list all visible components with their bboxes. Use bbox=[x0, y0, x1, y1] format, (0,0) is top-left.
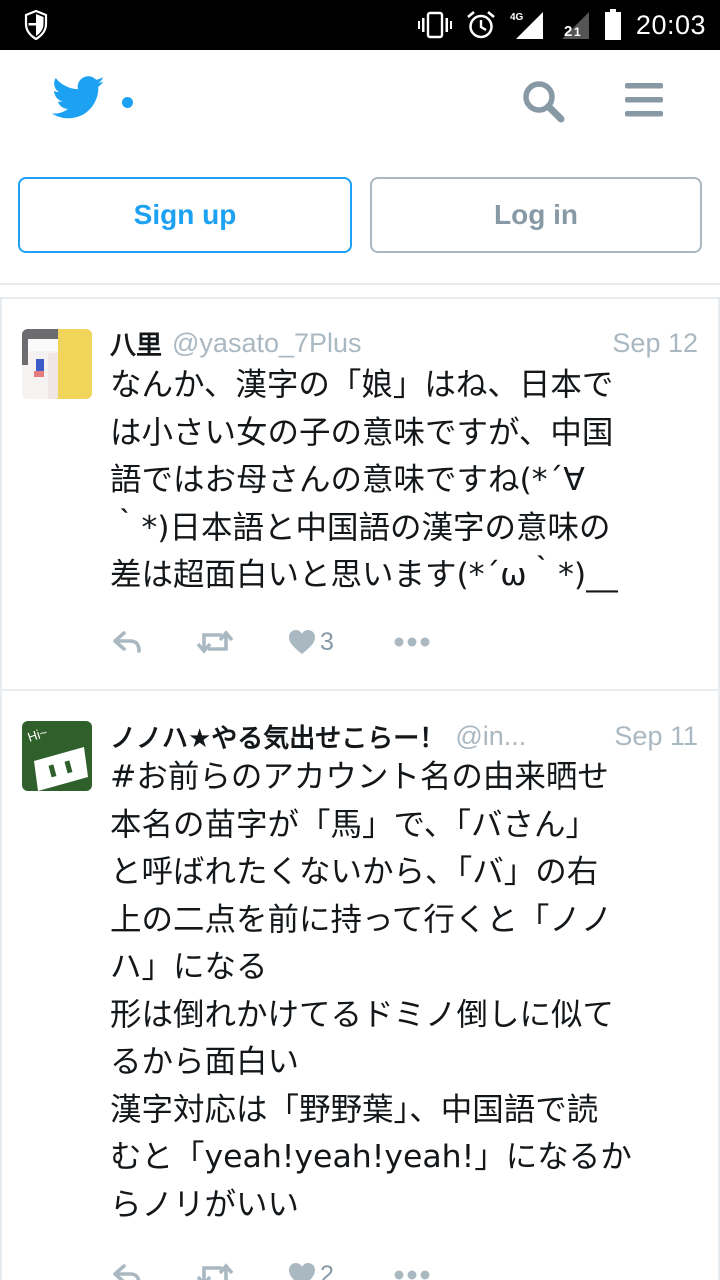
more-dots-icon bbox=[394, 637, 430, 647]
log-in-label: Log in bbox=[494, 199, 578, 230]
signal-4g-icon: 4G bbox=[510, 12, 543, 39]
tweet-text-line: ハ」になる bbox=[110, 949, 268, 985]
notification-dot bbox=[122, 97, 133, 108]
menu-icon[interactable] bbox=[624, 80, 664, 120]
alarm-icon bbox=[467, 11, 495, 39]
shield-icon bbox=[24, 10, 48, 40]
tweet-text-line: るから面白い bbox=[110, 1044, 300, 1080]
tweet-text: なんか、漢字の「娘」はね、日本で は小さい女の子の意味ですが、中国 語ではお母さ… bbox=[110, 362, 706, 600]
reply-button[interactable] bbox=[112, 1255, 142, 1280]
tweet-text-line: 形は倒れかけてるドミノ倒しに似て bbox=[110, 996, 615, 1033]
more-button[interactable] bbox=[394, 1255, 430, 1280]
svg-text:4G: 4G bbox=[510, 12, 524, 23]
log-in-button[interactable]: Log in bbox=[370, 177, 702, 253]
vibrate-icon bbox=[417, 11, 452, 39]
header-divider bbox=[0, 283, 720, 285]
retweet-icon bbox=[196, 1263, 234, 1280]
tweet-text-line: 本名の苗字が「馬」で、「バさん」 bbox=[110, 806, 597, 843]
sign-up-label: Sign up bbox=[133, 199, 237, 230]
signal-sim2-icon: 2 1 bbox=[561, 12, 589, 40]
search-icon[interactable] bbox=[520, 78, 566, 124]
heart-icon bbox=[289, 630, 315, 654]
tweet-text-line: #お前らのアカウント名の由来晒せ bbox=[110, 759, 609, 795]
tweet-header: 八里 @yasato_7Plus Sep 12 bbox=[110, 323, 698, 363]
tweet-actions: 2 bbox=[110, 1255, 450, 1280]
clock-time: 20:03 bbox=[635, 9, 706, 40]
tweet-text-line: 漢字対応は「野野葉」、中国語で読 bbox=[110, 1091, 599, 1128]
tweet-text-line: 差は超面白いと思います(*´ω｀*)__ bbox=[110, 557, 618, 593]
svg-text:2: 2 bbox=[564, 23, 572, 40]
tweet-author-name[interactable]: ノノハ★やる気出せこらー！ bbox=[110, 718, 445, 755]
tweet-text-line: むと「yeah!yeah!yeah!」になるか bbox=[110, 1139, 632, 1175]
tweet-actions: 3 bbox=[110, 622, 450, 662]
tweet-text-line: ｀*)日本語と中国語の漢字の意味の bbox=[110, 509, 611, 546]
twitter-bird-icon[interactable] bbox=[52, 76, 106, 120]
tweet-author-name[interactable]: 八里 bbox=[110, 325, 162, 362]
tweet-date[interactable]: Sep 12 bbox=[612, 328, 698, 359]
app-header bbox=[0, 50, 720, 160]
svg-text:1: 1 bbox=[574, 25, 581, 39]
tweet-author-handle[interactable]: @yasato_7Plus bbox=[172, 328, 600, 359]
tweet-date[interactable]: Sep 11 bbox=[614, 721, 698, 752]
tweet-text-line: は小さい女の子の意味ですが、中国 bbox=[110, 414, 614, 451]
sign-up-button[interactable]: Sign up bbox=[18, 177, 352, 253]
tweet-text-line: と呼ばれたくないから、「バ」の右 bbox=[110, 854, 599, 890]
reply-icon bbox=[113, 631, 141, 653]
tweet-text-line: なんか、漢字の「娘」はね、日本で bbox=[110, 367, 614, 403]
tweet-text-line: 語ではお母さんの意味ですね(*´∀ bbox=[110, 462, 585, 498]
battery-icon bbox=[604, 9, 621, 40]
more-button[interactable] bbox=[394, 622, 430, 662]
like-button[interactable]: 3 bbox=[288, 622, 334, 662]
like-count: 2 bbox=[320, 1260, 334, 1280]
like-button[interactable]: 2 bbox=[288, 1255, 334, 1280]
like-count: 3 bbox=[320, 627, 334, 656]
retweet-button[interactable] bbox=[196, 622, 234, 662]
tweet-text-line: 上の二点を前に持って行くと「ノノ bbox=[110, 901, 613, 938]
retweet-button[interactable] bbox=[196, 1255, 234, 1280]
more-dots-icon bbox=[394, 1270, 430, 1280]
status-bar: 4G 2 1 20:03 bbox=[0, 0, 720, 50]
avatar[interactable] bbox=[22, 329, 92, 399]
heart-icon bbox=[289, 1263, 315, 1280]
tweet-text-line: らノリがいい bbox=[110, 1186, 300, 1223]
tweet-author-handle[interactable]: @in... bbox=[455, 721, 602, 752]
avatar[interactable]: Hi~ bbox=[22, 721, 92, 791]
retweet-icon bbox=[196, 630, 234, 654]
tweet-header: ノノハ★やる気出せこらー！ @in... Sep 11 bbox=[110, 716, 698, 756]
tweet-card[interactable]: 八里 @yasato_7Plus Sep 12 なんか、漢字の「娘」はね、日本で… bbox=[0, 297, 720, 689]
reply-icon bbox=[113, 1264, 141, 1280]
tweet-text: #お前らのアカウント名の由来晒せ 本名の苗字が「馬」で、「バさん」 と呼ばれたく… bbox=[110, 754, 706, 1229]
reply-button[interactable] bbox=[112, 622, 142, 662]
tweet-card[interactable]: Hi~ ノノハ★やる気出せこらー！ @in... Sep 11 #お前らのアカウ… bbox=[0, 689, 720, 1280]
